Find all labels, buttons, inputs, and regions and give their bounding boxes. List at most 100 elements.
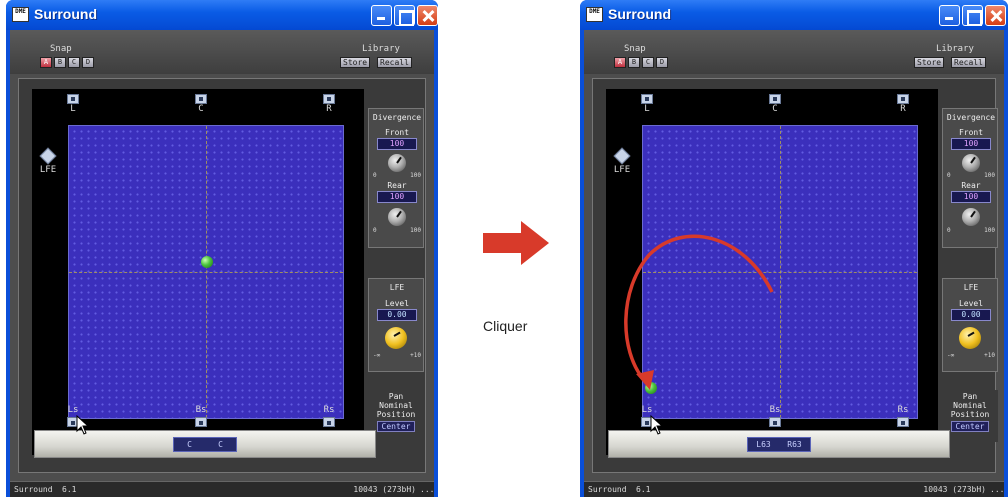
position-readout: C C [173, 437, 237, 452]
snap-c-button[interactable]: C [642, 57, 654, 68]
rear-scale: 0 100 [947, 227, 995, 234]
rear-divergence-knob[interactable] [962, 208, 980, 226]
minimize-icon [940, 6, 959, 25]
window-title: Surround [34, 6, 97, 22]
divergence-panel: Divergence Front 100 0 100 Rear 100 0 100 [942, 108, 998, 248]
position-right-value: R63 [787, 440, 802, 449]
speaker-c-icon[interactable] [195, 94, 207, 104]
minimize-button[interactable] [939, 5, 960, 26]
snap-b-button[interactable]: B [628, 57, 640, 68]
status-more-button[interactable]: ... [420, 482, 434, 497]
snap-b-button[interactable]: B [54, 57, 66, 68]
lfe-panel: LFE Level 0.00 -∞ +10 [368, 278, 424, 372]
speaker-c-icon[interactable] [769, 94, 781, 104]
position-readout: L63 R63 [747, 437, 811, 452]
status-id: 10043 (273bH) [353, 485, 416, 494]
lfe-panel: LFE Level 0.00 -∞ +10 [942, 278, 998, 372]
speaker-r-label: R [326, 104, 332, 114]
lfe-level-value[interactable]: 0.00 [951, 309, 991, 321]
speaker-r-icon[interactable] [323, 94, 335, 104]
speaker-l-icon[interactable] [641, 94, 653, 104]
speaker-rs-icon[interactable] [323, 417, 335, 427]
title-bar[interactable]: DME Surround [580, 0, 1008, 30]
position-left-value: C [187, 440, 192, 449]
lfe-scale: -∞ +10 [373, 352, 421, 359]
recall-button[interactable]: Recall [377, 57, 412, 68]
position-left-value: L63 [756, 440, 771, 449]
click-instruction: Cliquer [483, 318, 528, 334]
speaker-rs-icon[interactable] [897, 417, 909, 427]
center-button[interactable]: Center [951, 421, 989, 432]
lfe-level-value[interactable]: 0.00 [377, 309, 417, 321]
toolbar: Snap A B C D Library Store Recall [10, 30, 434, 74]
grid-center-vertical [206, 126, 207, 418]
maximize-button[interactable] [394, 5, 415, 26]
center-button[interactable]: Center [377, 421, 415, 432]
lfe-title: LFE [963, 283, 979, 292]
speaker-rs-label: Rs [323, 405, 335, 415]
title-bar[interactable]: DME Surround [6, 0, 438, 30]
lfe-title: LFE [389, 283, 405, 292]
recall-button[interactable]: Recall [951, 57, 986, 68]
snap-label: Snap [50, 44, 72, 54]
close-button[interactable] [417, 5, 438, 26]
mouse-cursor-icon [76, 415, 90, 435]
status-more-button[interactable]: ... [990, 482, 1004, 497]
pan-grid[interactable] [68, 125, 344, 419]
pan-nominal-panel: Pan Nominal Position Center [368, 390, 424, 442]
front-value[interactable]: 100 [951, 138, 991, 150]
nominal-label: Nominal [379, 401, 413, 410]
library-label: Library [362, 44, 400, 54]
rear-value[interactable]: 100 [377, 191, 417, 203]
snap-a-button[interactable]: A [40, 57, 52, 68]
pan-label: Pan [388, 392, 404, 401]
maximize-button[interactable] [962, 5, 983, 26]
front-divergence-knob[interactable] [388, 154, 406, 172]
speaker-r-label: R [900, 104, 906, 114]
status-bar: Surround 6.1 10043 (273bH) ... [584, 481, 1004, 497]
surround-window-before: DME Surround Snap A B C D Library Store … [6, 0, 438, 497]
close-button[interactable] [985, 5, 1006, 26]
front-scale: 0 100 [947, 172, 995, 179]
pan-label: Pan [962, 392, 978, 401]
surround-window-after: DME Surround Snap A B C D Library Store … [580, 0, 1008, 497]
speaker-bs-label: Bs [769, 405, 781, 415]
editor-client-area: Snap A B C D Library Store Recall L C R … [584, 30, 1004, 497]
window-title: Surround [608, 6, 671, 22]
speaker-c-label: C [198, 104, 204, 114]
lfe-level-knob[interactable] [959, 327, 981, 349]
front-value[interactable]: 100 [377, 138, 417, 150]
speaker-bs-label: Bs [195, 405, 207, 415]
store-button[interactable]: Store [340, 57, 371, 68]
speaker-r-icon[interactable] [897, 94, 909, 104]
lfe-scale: -∞ +10 [947, 352, 995, 359]
position-label: Position [950, 410, 990, 419]
maximize-icon [395, 6, 414, 26]
rear-divergence-knob[interactable] [388, 208, 406, 226]
app-icon: DME [586, 7, 603, 22]
lfe-label: LFE [613, 165, 631, 175]
speaker-l-label: L [70, 104, 76, 114]
store-button[interactable]: Store [914, 57, 945, 68]
close-icon [418, 6, 437, 25]
pan-position-handle[interactable] [201, 256, 213, 268]
lfe-level-label: Level [958, 299, 984, 308]
rear-value[interactable]: 100 [951, 191, 991, 203]
minimize-button[interactable] [371, 5, 392, 26]
speaker-ls-label: Ls [641, 405, 653, 415]
speaker-l-icon[interactable] [67, 94, 79, 104]
speaker-bs-icon[interactable] [769, 417, 781, 427]
speaker-rs-label: Rs [897, 405, 909, 415]
snap-c-button[interactable]: C [68, 57, 80, 68]
snap-a-button[interactable]: A [614, 57, 626, 68]
front-label: Front [958, 128, 984, 137]
speaker-bs-icon[interactable] [195, 417, 207, 427]
library-label: Library [936, 44, 974, 54]
snap-d-button[interactable]: D [82, 57, 94, 68]
snap-d-button[interactable]: D [656, 57, 668, 68]
toolbar: Snap A B C D Library Store Recall [584, 30, 1004, 74]
lfe-level-knob[interactable] [385, 327, 407, 349]
front-divergence-knob[interactable] [962, 154, 980, 172]
divergence-title: Divergence [372, 113, 422, 122]
close-icon [986, 6, 1005, 25]
